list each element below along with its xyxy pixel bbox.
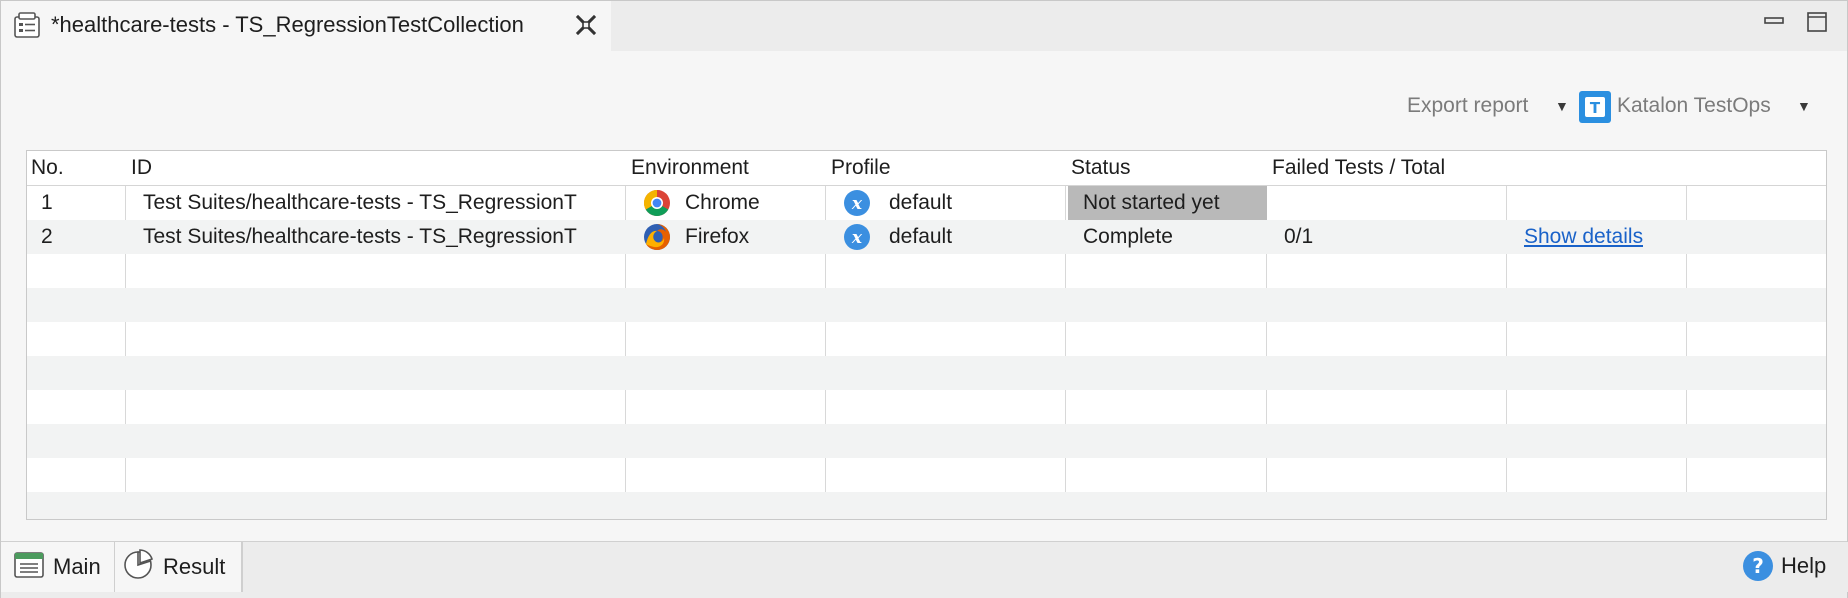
test-suite-collection-icon <box>14 12 40 38</box>
empty-row <box>27 492 1826 519</box>
editor-tab-bar: *healthcare-tests - TS_RegressionTestCol… <box>1 1 1847 51</box>
results-table: No. ID Environment Profile Status Failed… <box>26 150 1827 520</box>
editor-tab[interactable]: *healthcare-tests - TS_RegressionTestCol… <box>1 1 611 51</box>
empty-row <box>27 322 1826 356</box>
status-label: Complete <box>1083 225 1173 248</box>
environment-label: Chrome <box>685 191 760 214</box>
pie-chart-icon <box>124 549 154 579</box>
minimize-icon[interactable] <box>1763 11 1785 33</box>
environment-label: Firefox <box>685 225 750 248</box>
profile-label: default <box>889 225 953 248</box>
profile-variable-icon: x <box>844 190 870 216</box>
empty-row <box>27 390 1826 424</box>
bottom-tab-filler <box>242 542 1848 592</box>
table-row[interactable]: 2 Test Suites/healthcare-tests - TS_Regr… <box>27 220 1826 254</box>
tab-title: *healthcare-tests - TS_RegressionTestCol… <box>51 12 524 37</box>
bottom-tab-bar: Main Result <box>1 541 1848 598</box>
maximize-icon[interactable] <box>1806 11 1828 33</box>
close-icon[interactable] <box>574 13 598 37</box>
profile-label: default <box>889 191 953 214</box>
test-suite-id: Test Suites/healthcare-tests - TS_Regres… <box>143 191 577 214</box>
tab-main[interactable]: Main <box>1 542 115 592</box>
help-icon: ? <box>1743 551 1773 581</box>
svg-text:?: ? <box>1752 554 1764 578</box>
export-dropdown-arrow-icon[interactable]: ▼ <box>1555 98 1569 114</box>
svg-text:T: T <box>1590 99 1601 117</box>
table-header: No. ID Environment Profile Status Failed… <box>27 151 1826 186</box>
header-profile[interactable]: Profile <box>831 156 891 180</box>
svg-text:x: x <box>851 228 863 248</box>
failed-total: 0/1 <box>1284 225 1314 248</box>
row-number: 1 <box>41 191 53 214</box>
tab-main-label: Main <box>53 554 101 579</box>
profile-variable-icon: x <box>844 224 870 250</box>
empty-row <box>27 356 1826 390</box>
test-suite-id: Test Suites/healthcare-tests - TS_Regres… <box>143 225 577 248</box>
status-label: Not started yet <box>1083 191 1220 214</box>
row-number: 2 <box>41 225 53 248</box>
editor-window: *healthcare-tests - TS_RegressionTestCol… <box>0 0 1848 598</box>
empty-row <box>27 288 1826 322</box>
empty-row <box>27 424 1826 458</box>
tab-result[interactable]: Result <box>115 542 242 592</box>
header-environment[interactable]: Environment <box>631 156 749 180</box>
show-details-link[interactable]: Show details <box>1524 225 1643 249</box>
tab-result-label: Result <box>163 554 226 579</box>
empty-row <box>27 254 1826 288</box>
chrome-icon <box>643 190 670 217</box>
table-row[interactable]: 1 Test Suites/healthcare-tests - TS_Regr… <box>27 186 1826 220</box>
header-no[interactable]: No. <box>31 156 64 180</box>
empty-row <box>27 458 1826 492</box>
header-status[interactable]: Status <box>1071 156 1131 180</box>
firefox-icon <box>644 224 670 250</box>
main-tab-icon <box>14 552 44 578</box>
export-report-button[interactable]: Export report <box>1407 94 1528 118</box>
svg-text:x: x <box>851 194 863 214</box>
katalon-testops-button[interactable]: Katalon TestOps <box>1617 94 1771 118</box>
testops-dropdown-arrow-icon[interactable]: ▼ <box>1797 98 1811 114</box>
help-label: Help <box>1781 553 1827 578</box>
header-failed-total[interactable]: Failed Tests / Total <box>1272 156 1445 180</box>
katalon-testops-logo-icon: T <box>1579 91 1611 123</box>
header-id[interactable]: ID <box>131 156 152 180</box>
